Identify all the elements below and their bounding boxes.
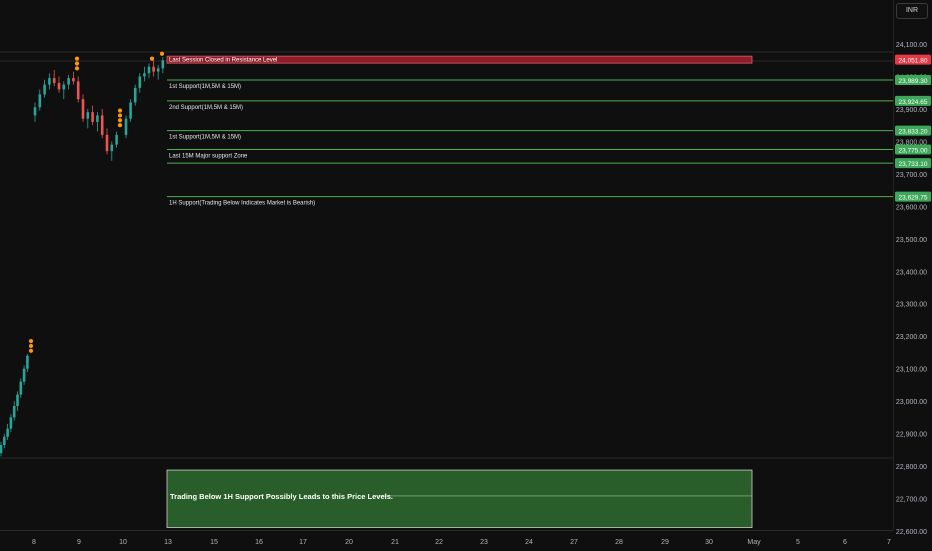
candle-body: [62, 84, 66, 90]
candle-body: [9, 417, 13, 429]
signal-marker: [117, 113, 123, 118]
signal-marker: [28, 343, 34, 349]
price-axis[interactable]: [893, 0, 932, 530]
candle-body: [0, 444, 3, 454]
candle-body: [67, 78, 70, 85]
signal-marker: [28, 338, 34, 344]
signal-marker: [28, 348, 34, 353]
candle-body: [91, 112, 94, 122]
candle-body: [156, 68, 160, 72]
candle-body: [38, 94, 42, 108]
candle-body: [3, 436, 6, 445]
candle-body: [48, 78, 51, 85]
candle-body: [133, 87, 137, 103]
signal-marker: [149, 56, 155, 61]
candle-body: [72, 78, 75, 82]
candle-body: [138, 76, 142, 88]
resistance-level-label: Last Session Closed in Resistance Level: [169, 58, 277, 64]
candle-body: [147, 66, 151, 74]
time-axis[interactable]: [0, 530, 893, 551]
candle-body: [110, 144, 114, 152]
zone-layer: Trading Below 1H Support Possibly Leads …: [166, 469, 753, 528]
support-level-label: 1H Support(Trading Below Indicates Marke…: [169, 201, 315, 207]
signal-marker: [74, 61, 80, 66]
candle-body: [26, 355, 29, 369]
y-tick-label: 22,600.00: [896, 529, 927, 536]
candle-body: [129, 102, 132, 119]
candle-body: [52, 78, 56, 83]
target-zone-label: Trading Below 1H Support Possibly Leads …: [170, 492, 393, 501]
candle-body: [105, 134, 109, 152]
price-chart[interactable]: Trading Below 1H Support Possibly Leads …: [0, 0, 932, 550]
currency-button[interactable]: INR: [896, 3, 928, 19]
signal-marker: [74, 66, 80, 71]
signal-marker: [117, 118, 123, 123]
signal-marker: [117, 108, 123, 113]
candle-body: [57, 82, 61, 90]
candle-body: [124, 118, 128, 135]
candle-body: [152, 66, 155, 72]
candle-body: [96, 115, 99, 122]
signal-marker: [117, 123, 123, 128]
support-level-label: 2nd Support(1M,5M & 15M): [169, 105, 243, 111]
support-level-label: Last 15M Major support Zone: [169, 154, 248, 160]
candle-body: [33, 107, 37, 116]
support-level-label: 1st Support(1M,5M & 15M): [169, 135, 241, 141]
signal-marker: [74, 56, 80, 61]
signal-marker: [159, 51, 165, 56]
candle-body: [115, 134, 118, 145]
support-level-label: 1st Support(1M,5M & 15M): [169, 84, 241, 90]
candle-body: [22, 368, 26, 382]
candle-body: [43, 84, 46, 95]
candle-body: [86, 112, 90, 119]
candle-body: [19, 381, 23, 395]
candle-body: [81, 99, 85, 119]
candle-body: [161, 60, 165, 69]
candle-body: [6, 428, 9, 437]
candle-body: [100, 115, 104, 135]
candle-body: [16, 394, 19, 407]
candle-body: [76, 81, 80, 100]
candle-body: [12, 406, 16, 418]
candle-body: [143, 73, 146, 77]
